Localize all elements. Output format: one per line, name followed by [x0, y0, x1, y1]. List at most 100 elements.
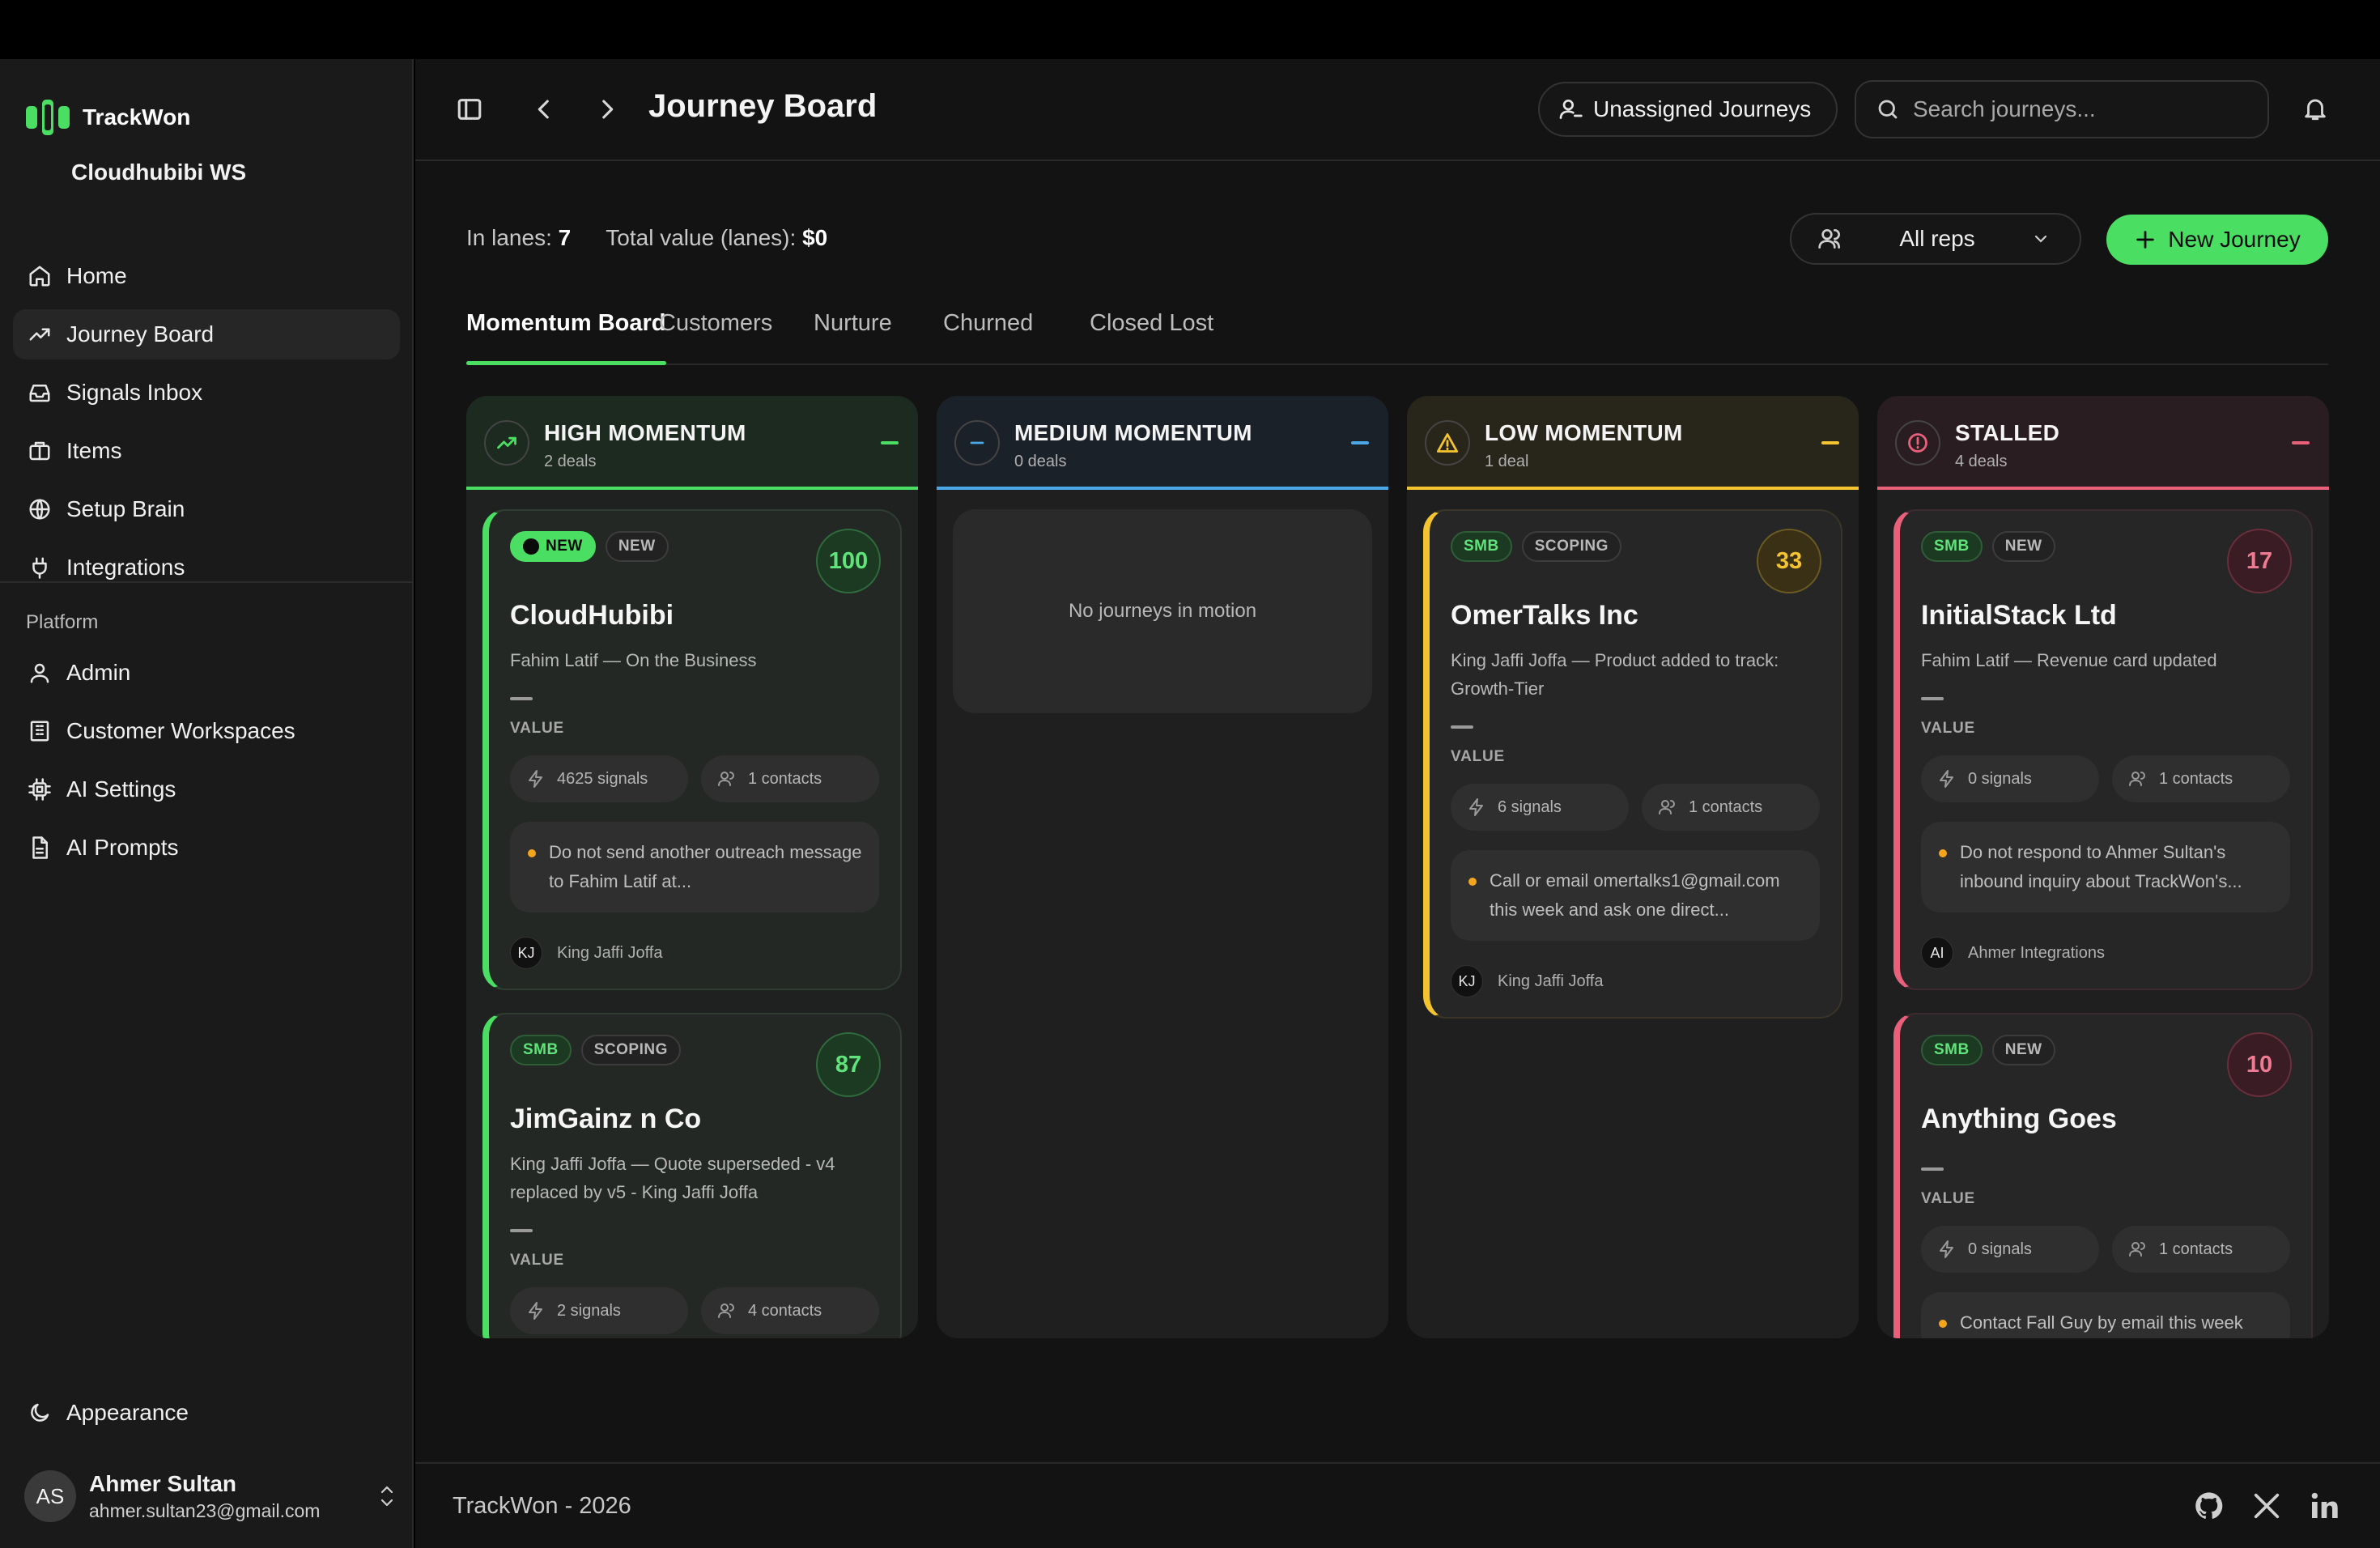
value-label: VALUE [510, 720, 564, 737]
user-menu[interactable]: AS Ahmer Sultan ahmer.sultan23@gmail.com [24, 1464, 397, 1529]
collapse-lane-button[interactable] [2292, 441, 2310, 444]
search-input[interactable] [1913, 96, 2253, 122]
contacts-pill[interactable]: 1 contacts [2112, 755, 2290, 802]
in-lanes-label: In lanes: [466, 225, 552, 250]
inbox-icon [28, 381, 52, 405]
lane-stalled: STALLED 4 deals SMB NEW 17 InitialStack … [1877, 396, 2329, 1338]
next-action: Do not respond to Ahmer Sultan's inbound… [1921, 822, 2290, 912]
signals-pill[interactable]: 6 signals [1451, 784, 1629, 831]
sidebar-toggle-icon[interactable] [456, 96, 483, 123]
app-name: TrackWon [83, 104, 191, 130]
stage-badge: SCOPING [1521, 531, 1621, 562]
nav-item-integrations[interactable]: Integrations [13, 542, 400, 593]
owner-avatar: KJ [1451, 965, 1483, 997]
zap-icon [1940, 1240, 1953, 1258]
value-placeholder [1921, 1167, 1944, 1171]
reps-filter-select[interactable]: All reps [1790, 213, 2081, 265]
back-arrow-icon[interactable] [530, 96, 558, 123]
lane-accent-line [466, 487, 918, 490]
unassigned-label: Unassigned Journeys [1593, 96, 1812, 121]
owner-avatar: AI [1921, 937, 1953, 969]
building-icon [28, 719, 52, 743]
home-icon [28, 264, 52, 288]
collapse-lane-button[interactable] [1351, 441, 1369, 444]
nav-item-setup-brain[interactable]: Setup Brain [13, 484, 400, 534]
users-icon [718, 772, 734, 786]
reps-filter-label: All reps [1899, 226, 1975, 251]
nav-item-items[interactable]: Items [13, 426, 400, 476]
tab-nurture[interactable]: Nurture [814, 310, 892, 364]
momentum-score: 33 [1757, 529, 1821, 593]
lane-count: 1 deal [1485, 453, 1529, 470]
collapse-lane-button[interactable] [881, 441, 899, 444]
nav-item-ai-prompts[interactable]: AI Prompts [13, 823, 400, 873]
nav-label: Signals Inbox [66, 380, 203, 405]
unassigned-journeys-button[interactable]: Unassigned Journeys [1538, 82, 1838, 137]
new-journey-button[interactable]: New Journey [2106, 215, 2328, 265]
moon-icon [28, 1401, 52, 1425]
collapse-lane-button[interactable] [1821, 441, 1839, 444]
tab-customers[interactable]: Customers [659, 310, 772, 364]
nav-item-journey-board[interactable]: Journey Board [13, 309, 400, 359]
contacts-pill[interactable]: 1 contacts [701, 755, 879, 802]
forward-arrow-icon[interactable] [593, 96, 621, 123]
nav-label: Journey Board [66, 321, 215, 347]
alert-circle-icon [1895, 420, 1940, 466]
nav-item-ai-settings[interactable]: AI Settings [13, 764, 400, 814]
nav-item-signals-inbox[interactable]: Signals Inbox [13, 368, 400, 418]
github-icon[interactable] [2193, 1490, 2225, 1522]
total-value-label: Total value (lanes): [606, 225, 797, 250]
brand[interactable]: TrackWon [24, 98, 190, 137]
user-name: Ahmer Sultan [89, 1470, 237, 1496]
lane-cards: SMB NEW 17 InitialStack Ltd Fahim Latif … [1893, 509, 2313, 1338]
tab-closed-lost[interactable]: Closed Lost [1090, 310, 1213, 364]
company-name: CloudHubibi [510, 600, 674, 631]
value-label: VALUE [510, 1252, 564, 1269]
lane-title: MEDIUM MOMENTUM [1014, 420, 1252, 445]
nav-item-admin[interactable]: Admin [13, 648, 400, 698]
board-tabs: Momentum Board Customers Nurture Churned… [466, 310, 2328, 365]
trending-up-icon [484, 420, 529, 466]
journey-card[interactable]: SMB NEW 17 InitialStack Ltd Fahim Latif … [1893, 509, 2313, 990]
value-label: VALUE [1451, 748, 1505, 765]
bell-icon[interactable] [2301, 95, 2329, 122]
footer: TrackWon - 2026 [415, 1462, 2380, 1548]
journey-card[interactable]: SMB SCOPING 33 OmerTalks Inc King Jaffi … [1423, 509, 1842, 1019]
minus-icon [954, 420, 1000, 466]
nav-label: AI Settings [66, 776, 176, 802]
linkedin-icon[interactable] [2308, 1490, 2340, 1522]
nav-item-appearance[interactable]: Appearance [13, 1388, 400, 1438]
status-dot [523, 538, 539, 555]
value-placeholder [510, 697, 533, 700]
workspace-name[interactable]: Cloudhubibi WS [71, 159, 246, 185]
contacts-pill[interactable]: 4 contacts [701, 1287, 879, 1334]
lane-cards: No journeys in motion [953, 509, 1372, 713]
signals-pill[interactable]: 2 signals [510, 1287, 688, 1334]
nav-label: Customer Workspaces [66, 718, 295, 743]
zap-icon [1940, 770, 1953, 788]
nav-label: Home [66, 263, 127, 288]
lane-cards: NEW NEW 100 CloudHubibi Fahim Latif — On… [482, 509, 902, 1338]
users-icon [28, 661, 52, 685]
signals-pill[interactable]: 4625 signals [510, 755, 688, 802]
nav-item-home[interactable]: Home [13, 251, 400, 301]
lane-count: 0 deals [1014, 453, 1067, 470]
signals-pill[interactable]: 0 signals [1921, 1226, 2099, 1273]
journey-card[interactable]: SMB SCOPING 87 JimGainz n Co King Jaffi … [482, 1013, 902, 1338]
avatar: AS [24, 1470, 76, 1522]
journey-card[interactable]: NEW NEW 100 CloudHubibi Fahim Latif — On… [482, 509, 902, 990]
lane-accent-line [1877, 487, 2329, 490]
momentum-score: 100 [816, 529, 881, 593]
cpu-icon [28, 777, 52, 802]
owner-name: King Jaffi Joffa [1498, 972, 1604, 990]
tab-churned[interactable]: Churned [943, 310, 1033, 364]
contacts-pill[interactable]: 1 contacts [1642, 784, 1820, 831]
contacts-pill[interactable]: 1 contacts [2112, 1226, 2290, 1273]
x-icon[interactable] [2250, 1490, 2283, 1522]
search-box[interactable] [1855, 80, 2269, 138]
nav-item-customer-workspaces[interactable]: Customer Workspaces [13, 706, 400, 756]
lane-title: STALLED [1955, 420, 2060, 445]
journey-card[interactable]: SMB NEW 10 Anything Goes VALUE 0 signals… [1893, 1013, 2313, 1338]
signals-pill[interactable]: 0 signals [1921, 755, 2099, 802]
tab-momentum-board[interactable]: Momentum Board [466, 310, 666, 365]
